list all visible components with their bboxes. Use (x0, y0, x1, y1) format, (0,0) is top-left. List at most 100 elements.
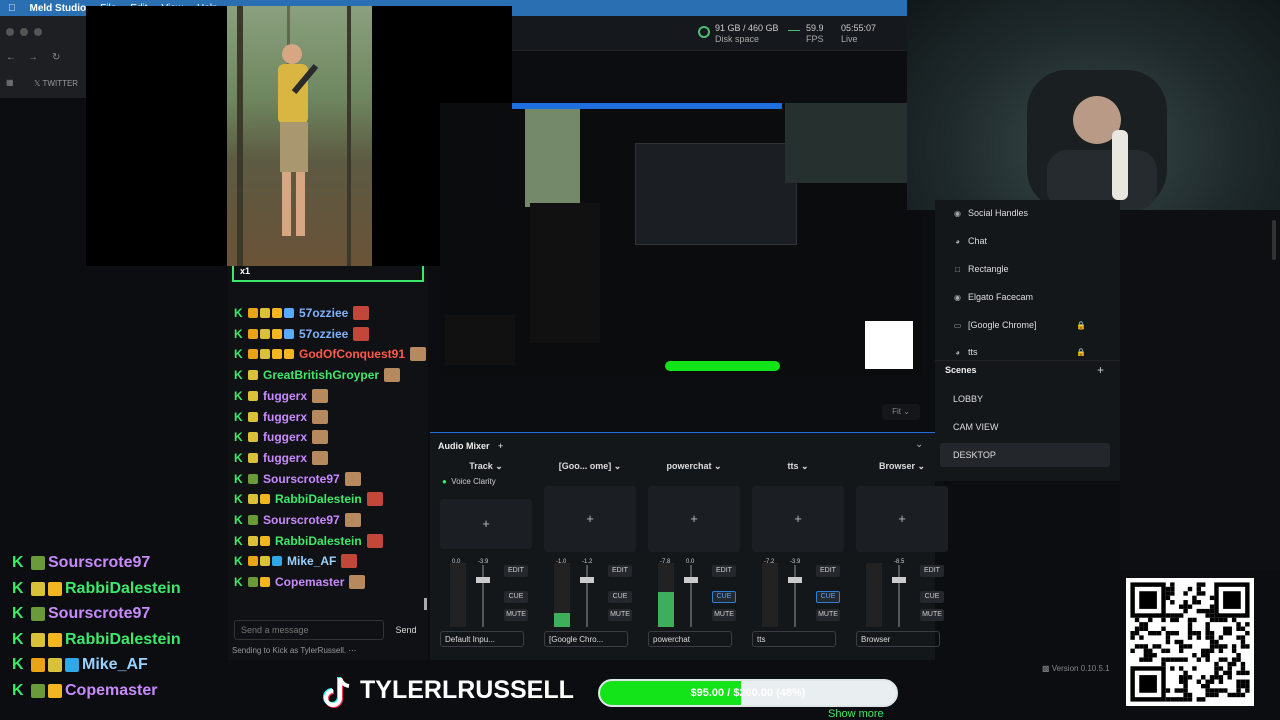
cue-button[interactable]: CUE (920, 591, 944, 603)
volume-fader-track[interactable] (898, 565, 900, 627)
source-rectangle[interactable]: □ Rectangle (953, 264, 1008, 274)
lock-icon[interactable]: 🔒 (1076, 348, 1086, 356)
scene-cam-view[interactable]: CAM VIEW (940, 415, 1110, 439)
green-badge-icon (248, 515, 258, 525)
channel-name-dropdown[interactable]: [Goo... ome] ⌄ (542, 461, 638, 475)
reload-icon[interactable]: ↻ (52, 52, 60, 63)
chat-username[interactable]: Sourscrote97 (263, 472, 340, 486)
chat-username[interactable]: fuggerx (263, 389, 307, 403)
cue-button[interactable]: CUE (816, 591, 840, 603)
scene-lobby[interactable]: LOBBY (940, 387, 1110, 411)
chat-username[interactable]: RabbiDalestein (275, 534, 362, 548)
edit-button[interactable]: EDIT (504, 565, 528, 577)
emote-icon (312, 388, 329, 403)
fit-dropdown[interactable]: Fit ⌄ (882, 404, 920, 420)
source-social-handles[interactable]: ◉ Social Handles (953, 208, 1028, 218)
chat-message: K Mike_AF (234, 554, 358, 569)
chat-message-input[interactable]: Send a message (234, 620, 384, 640)
chat-username[interactable]: fuggerx (263, 430, 307, 444)
add-audio-icon[interactable]: + (498, 441, 503, 451)
chat-username[interactable]: GreatBritishGroyper (263, 368, 379, 382)
volume-fader-knob[interactable] (892, 577, 906, 583)
channel-name-dropdown[interactable]: Track ⌄ (438, 461, 534, 475)
chat-scrollbar[interactable] (424, 598, 427, 610)
channel-name-dropdown[interactable]: tts ⌄ (750, 461, 846, 475)
add-filter-button[interactable]: + (544, 486, 636, 552)
edit-button[interactable]: EDIT (920, 565, 944, 577)
minimize-window-button[interactable] (20, 28, 28, 36)
channel-name-dropdown[interactable]: powerchat ⌄ (646, 461, 742, 475)
add-filter-button[interactable]: + (440, 499, 532, 549)
close-window-button[interactable] (6, 28, 14, 36)
source-tts[interactable]: ◕ tts (953, 348, 977, 356)
mute-button[interactable]: MUTE (712, 609, 736, 621)
scrollbar-thumb[interactable] (1272, 220, 1276, 260)
input-device-select[interactable]: tts (752, 631, 836, 647)
add-scene-icon[interactable]: + (1097, 363, 1104, 377)
lock-icon[interactable]: 🔒 (1076, 321, 1086, 330)
volume-fader-knob[interactable] (788, 577, 802, 583)
show-more-link[interactable]: Show more (828, 708, 884, 720)
input-device-select[interactable]: powerchat (648, 631, 732, 647)
bookmark-twitter[interactable]: 𝕏 TWITTER (34, 79, 78, 88)
mute-button[interactable]: MUTE (920, 609, 944, 621)
add-filter-button[interactable]: + (856, 486, 948, 552)
zoom-window-button[interactable] (34, 28, 42, 36)
pinned-message: x1 (232, 266, 424, 282)
level-meter (450, 563, 466, 627)
chat-username[interactable]: Mike_AF (287, 554, 336, 568)
chat-username[interactable]: fuggerx (263, 410, 307, 424)
emote-icon (344, 471, 361, 486)
channel-name-dropdown[interactable]: Browser ⌄ (854, 461, 950, 475)
scene-desktop[interactable]: DESKTOP (940, 443, 1110, 467)
source-google-chrome[interactable]: ▭ [Google Chrome] (953, 320, 1037, 330)
chat-username[interactable]: 57ozziee (299, 327, 348, 341)
mute-button[interactable]: MUTE (816, 609, 840, 621)
cue-button[interactable]: CUE (608, 591, 632, 603)
add-filter-button[interactable]: + (752, 486, 844, 552)
volume-fader-track[interactable] (586, 565, 588, 627)
forward-icon[interactable]: → (28, 52, 38, 63)
kick-badge-icon: K (234, 492, 243, 507)
input-device-select[interactable]: Browser (856, 631, 940, 647)
edit-button[interactable]: EDIT (816, 565, 840, 577)
send-button[interactable]: Send (388, 620, 424, 640)
chat-username[interactable]: 57ozziee (299, 306, 348, 320)
app-menu[interactable]: Meld Studio (30, 3, 87, 14)
input-device-select[interactable]: [Google Chro... (544, 631, 628, 647)
source-elgato-facecam[interactable]: ◉ Elgato Facecam (953, 292, 1033, 302)
chat-username[interactable]: GodOfConquest91 (299, 347, 405, 361)
add-filter-button[interactable]: + (648, 486, 740, 552)
cue-button[interactable]: CUE (712, 591, 736, 603)
volume-fader-track[interactable] (690, 565, 692, 627)
preview-qr (865, 321, 913, 369)
green-badge-icon (248, 577, 258, 588)
chat-username[interactable]: Sourscrote97 (263, 513, 340, 527)
input-device-select[interactable]: Default Inpu... (440, 631, 524, 647)
volume-fader-track[interactable] (794, 565, 796, 627)
chat-username[interactable]: fuggerx (263, 451, 307, 465)
kick-badge-icon: K (12, 630, 24, 648)
collapse-icon[interactable]: ⌄ (915, 439, 923, 450)
chat-username[interactable]: RabbiDalestein (275, 492, 362, 506)
cue-button[interactable]: CUE (504, 591, 528, 603)
source-chat[interactable]: ◕ Chat (953, 236, 987, 246)
yellow-badge-icon (248, 452, 258, 463)
back-icon[interactable]: ← (6, 52, 16, 63)
kick-badge-icon: K (234, 533, 243, 548)
volume-fader-knob[interactable] (684, 577, 698, 583)
mute-button[interactable]: MUTE (504, 609, 528, 621)
volume-fader-track[interactable] (482, 565, 484, 627)
preview-canvas[interactable] (440, 103, 922, 377)
apps-icon[interactable]: ▦ (6, 78, 14, 87)
chat-username: RabbiDalestein (65, 579, 181, 597)
volume-fader-knob[interactable] (476, 577, 490, 583)
cube-badge-icon (65, 658, 79, 673)
filter-item[interactable]: ● Voice Clarity (442, 477, 496, 486)
edit-button[interactable]: EDIT (712, 565, 736, 577)
volume-fader-knob[interactable] (580, 577, 594, 583)
edit-button[interactable]: EDIT (608, 565, 632, 577)
mute-button[interactable]: MUTE (608, 609, 632, 621)
apple-icon[interactable]:  (8, 3, 16, 14)
chat-username[interactable]: Copemaster (275, 575, 344, 589)
